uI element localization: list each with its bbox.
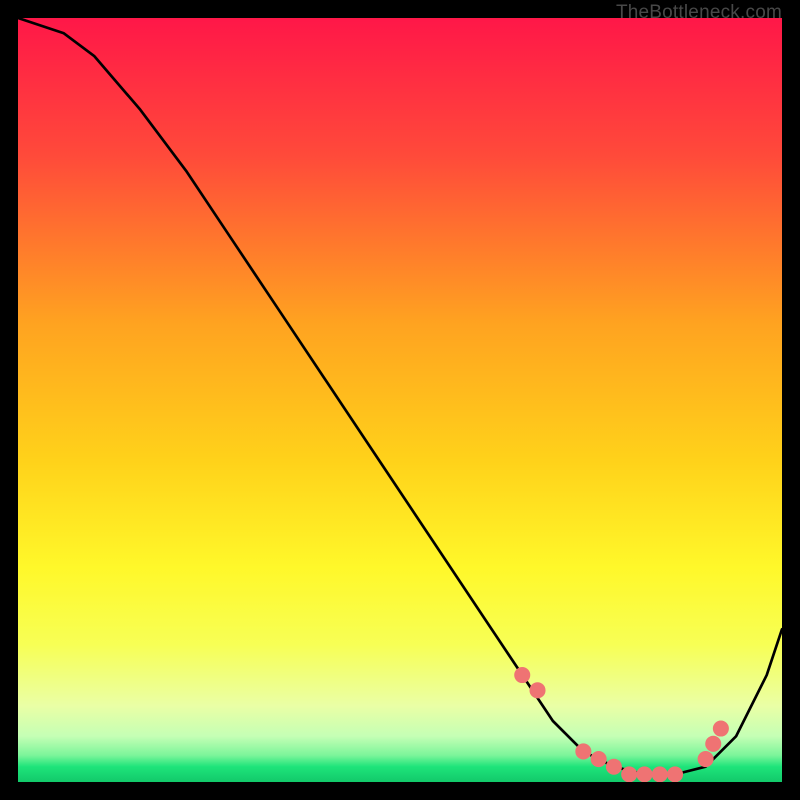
highlight-markers [514, 667, 729, 782]
highlight-dot [621, 766, 637, 782]
highlight-dot [575, 743, 591, 759]
highlight-dot [529, 682, 545, 698]
highlight-dot [652, 766, 668, 782]
highlight-dot [713, 720, 729, 736]
highlight-dot [636, 766, 652, 782]
chart-plot-area [18, 18, 782, 782]
highlight-dot [514, 667, 530, 683]
highlight-dot [591, 751, 607, 767]
highlight-dot [606, 759, 622, 775]
highlight-dot [667, 766, 683, 782]
bottleneck-curve [18, 18, 782, 774]
highlight-dot [698, 751, 714, 767]
highlight-dot [705, 736, 721, 752]
chart-line-layer [18, 18, 782, 782]
